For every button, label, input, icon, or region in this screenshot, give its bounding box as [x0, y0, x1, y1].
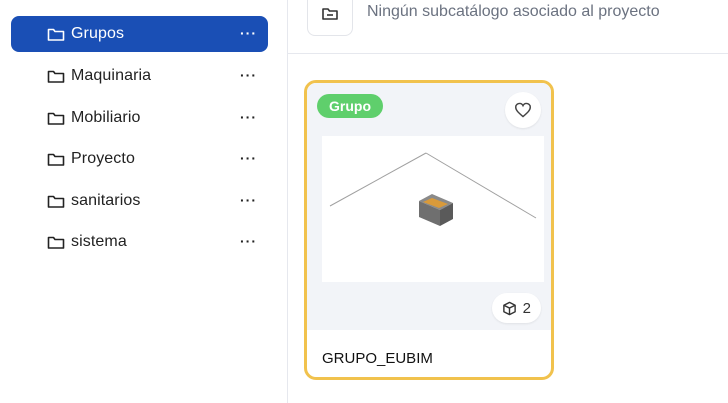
type-badge: Grupo: [317, 94, 383, 118]
sidebar-item-sistema[interactable]: sistema ···: [11, 224, 268, 260]
subcatalog-bar: Ningún subcatálogo asociado al proyecto: [288, 0, 728, 54]
sidebar-item-label: Maquinaria: [71, 67, 152, 84]
main-content: Ningún subcatálogo asociado al proyecto …: [288, 0, 728, 403]
folder-icon: [47, 236, 65, 249]
more-dots-icon[interactable]: ···: [240, 191, 257, 209]
sidebar-item-label: sanitarios: [71, 192, 141, 209]
folder-icon: [47, 70, 65, 83]
more-dots-icon[interactable]: ···: [240, 66, 257, 84]
cube-icon: [502, 301, 516, 315]
sidebar-item-maquinaria[interactable]: Maquinaria ···: [11, 58, 268, 94]
model-thumbnail: [322, 136, 544, 282]
sidebar-item-label: Mobiliario: [71, 109, 141, 126]
sidebar: Grupos ··· Maquinaria ··· Mobiliario ···…: [0, 0, 288, 403]
more-dots-icon[interactable]: ···: [240, 149, 257, 167]
folder-icon: [47, 112, 65, 125]
folder-icon: [47, 153, 65, 166]
more-dots-icon[interactable]: ···: [240, 232, 257, 250]
sidebar-item-mobiliario[interactable]: Mobiliario ···: [11, 100, 268, 136]
sidebar-item-sanitarios[interactable]: sanitarios ···: [11, 183, 268, 219]
more-dots-icon[interactable]: ···: [240, 24, 257, 42]
sidebar-item-label: sistema: [71, 233, 127, 250]
element-count-badge: 2: [491, 293, 541, 323]
favorite-button[interactable]: [505, 92, 541, 128]
sidebar-item-label: Proyecto: [71, 150, 135, 167]
element-count: 2: [522, 299, 531, 317]
sidebar-item-label: Grupos: [71, 25, 125, 42]
empty-subcatalog-message: Ningún subcatálogo asociado al proyecto: [367, 3, 660, 20]
catalog-card[interactable]: Grupo 2 GRUPO_EUBIM: [304, 80, 554, 380]
subcatalog-icon: [307, 0, 353, 36]
heart-icon: [514, 102, 532, 118]
folder-icon: [47, 195, 65, 208]
sidebar-item-proyecto[interactable]: Proyecto ···: [11, 141, 268, 177]
sidebar-item-grupos[interactable]: Grupos ···: [11, 16, 268, 52]
card-title[interactable]: GRUPO_EUBIM: [322, 350, 433, 367]
more-dots-icon[interactable]: ···: [240, 108, 257, 126]
folder-icon: [47, 28, 65, 41]
